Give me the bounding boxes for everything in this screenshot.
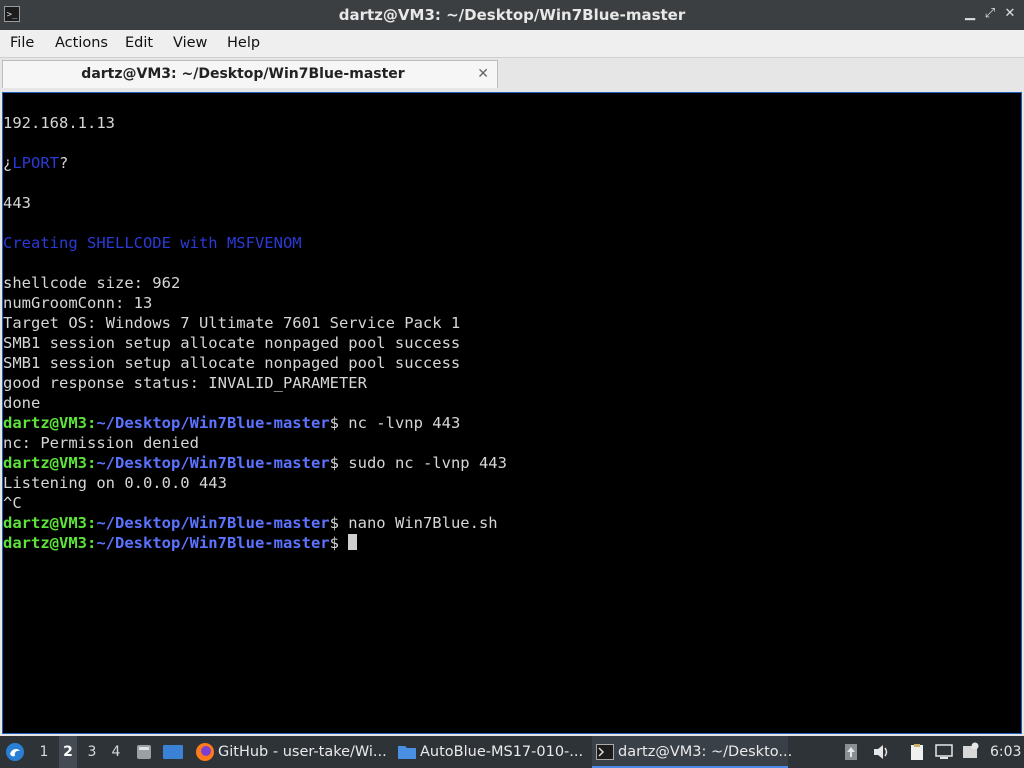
taskbar: 1 2 3 4 GitHub - user-take/Wi... AutoBlu… [0, 736, 1024, 768]
start-menu-icon[interactable] [5, 742, 25, 762]
window-title: dartz@VM3: ~/Desktop/Win7Blue-master [338, 6, 686, 24]
file-manager-icon[interactable] [134, 742, 154, 762]
terminal-line: SMB1 session setup allocate nonpaged poo… [3, 354, 461, 372]
terminal-line: 443 [3, 194, 31, 212]
minimize-icon[interactable]: ▁ [962, 6, 978, 22]
terminal-line: shellcode size: 962 [3, 274, 181, 292]
terminal-line: Target OS: Windows 7 Ultimate 7601 Servi… [3, 314, 461, 332]
terminal-prompt-line[interactable]: dartz@VM3:~/Desktop/Win7Blue-master$ [3, 533, 358, 553]
task-label: dartz@VM3: ~/Deskto... [618, 744, 793, 760]
clipboard-icon[interactable] [908, 743, 926, 761]
maximize-icon[interactable]: ⤢ [982, 6, 998, 22]
task-label: AutoBlue-MS17-010-... [420, 744, 584, 760]
task-label: GitHub - user-take/Wi... [218, 744, 387, 760]
updates-icon[interactable] [844, 743, 858, 761]
terminal-line: good response status: INVALID_PARAMETER [3, 374, 367, 392]
terminal-prompt-line: dartz@VM3:~/Desktop/Win7Blue-master$ nc … [3, 414, 461, 432]
terminal-prompt-line: dartz@VM3:~/Desktop/Win7Blue-master$ sud… [3, 454, 507, 472]
firefox-icon [196, 743, 214, 761]
terminal-line: SMB1 session setup allocate nonpaged poo… [3, 334, 461, 352]
terminal-icon [596, 744, 614, 760]
terminal-line: 192.168.1.13 [3, 114, 115, 132]
notifications-icon[interactable] [961, 742, 979, 762]
window-titlebar: >_ dartz@VM3: ~/Desktop/Win7Blue-master … [0, 0, 1024, 30]
menu-edit[interactable]: Edit [125, 30, 153, 57]
workspace-3[interactable]: 3 [83, 736, 101, 768]
terminal-line: nc: Permission denied [3, 434, 199, 452]
menu-bar: File Actions Edit View Help [0, 30, 1024, 58]
text-cursor [348, 534, 358, 550]
menu-actions[interactable]: Actions [55, 30, 108, 57]
menu-view[interactable]: View [173, 30, 207, 57]
close-icon[interactable]: ✕ [1002, 6, 1018, 22]
terminal-prompt-line: dartz@VM3:~/Desktop/Win7Blue-master$ nan… [3, 514, 498, 532]
show-desktop-icon[interactable] [162, 742, 184, 762]
tab-close-icon[interactable]: ✕ [477, 61, 489, 87]
tab-bar: dartz@VM3: ~/Desktop/Win7Blue-master ✕ [0, 58, 1024, 90]
terminal-line: numGroomConn: 13 [3, 294, 153, 312]
tab-terminal[interactable]: dartz@VM3: ~/Desktop/Win7Blue-master ✕ [2, 60, 498, 88]
terminal-line: Creating SHELLCODE with MSFVENOM [3, 234, 302, 252]
terminal-line: done [3, 394, 41, 412]
terminal-line: ¿LPORT? [3, 154, 69, 172]
terminal-line: Listening on 0.0.0.0 443 [3, 474, 227, 492]
workspace-2[interactable]: 2 [59, 736, 77, 768]
task-terminal[interactable]: dartz@VM3: ~/Deskto... [592, 736, 792, 768]
clock[interactable]: 6:03 [990, 736, 1021, 768]
workspace-4[interactable]: 4 [107, 736, 125, 768]
menu-help[interactable]: Help [227, 30, 260, 57]
terminal-output[interactable]: 192.168.1.13 ¿LPORT? 443 Creating SHELLC… [2, 92, 1022, 734]
terminal-frame: 192.168.1.13 ¿LPORT? 443 Creating SHELLC… [0, 90, 1024, 736]
workspace-1[interactable]: 1 [35, 736, 53, 768]
tab-label: dartz@VM3: ~/Desktop/Win7Blue-master [81, 66, 405, 82]
task-file-manager[interactable]: AutoBlue-MS17-010-... [394, 736, 584, 768]
task-firefox[interactable]: GitHub - user-take/Wi... [192, 736, 388, 768]
network-icon[interactable] [934, 743, 954, 761]
menu-file[interactable]: File [10, 30, 34, 57]
terminal-line: ^C [3, 494, 22, 512]
folder-icon [398, 746, 416, 759]
volume-icon[interactable] [872, 743, 890, 761]
